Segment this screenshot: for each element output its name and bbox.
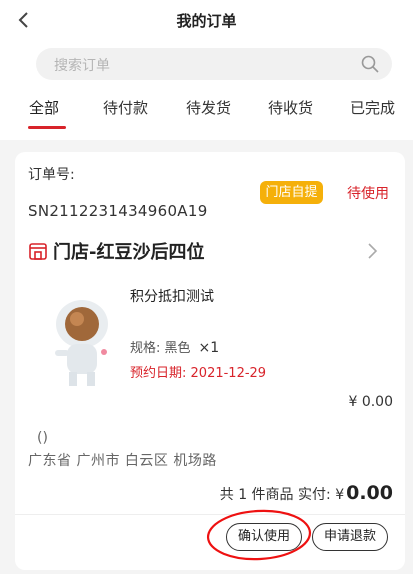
tab-pending-shipment[interactable]: 待发货 [186, 97, 231, 118]
appointment-value: 2021-12-29 [190, 366, 267, 381]
spec-value: 黑色 [164, 341, 191, 356]
tab-all[interactable]: 全部 [29, 97, 59, 118]
search-icon[interactable] [360, 54, 380, 74]
top-bar: 我的订单 [0, 0, 413, 40]
appointment-date: 预约日期: 2021-12-29 [130, 362, 266, 381]
tab-pending-payment[interactable]: 待付款 [103, 97, 148, 118]
active-tab-indicator [28, 126, 66, 129]
tab-completed[interactable]: 已完成 [350, 97, 395, 118]
confirm-use-button[interactable]: 确认使用 [226, 523, 302, 551]
pickup-badge: 门店自提 [260, 181, 323, 204]
search-input[interactable]: 搜索订单 [36, 48, 392, 80]
product-thumbnail[interactable] [37, 286, 127, 396]
product-spec: 规格: 黑色 ×1 [130, 337, 219, 356]
order-card: 订单号: 门店自提 待使用 SN2112231434960A19 门店-红豆沙后… [15, 152, 405, 570]
product-quantity: ×1 [198, 340, 220, 356]
store-name[interactable]: 门店-红豆沙后四位 [53, 238, 204, 264]
page-title: 我的订单 [176, 12, 237, 30]
order-number-label: 订单号: [28, 167, 75, 183]
total-prefix: 共 1 件商品 实付: [219, 487, 331, 503]
spec-label: 规格: [130, 341, 161, 356]
tab-pending-receipt[interactable]: 待收货 [268, 97, 313, 118]
search-area: 搜索订单 [0, 40, 413, 90]
order-total: 共 1 件商品 实付: ¥0.00 [220, 482, 393, 504]
contact-info: () [37, 430, 48, 446]
product-price: ¥ 0.00 [348, 394, 393, 410]
store-icon [29, 243, 47, 260]
order-status: 待使用 [347, 186, 389, 202]
search-placeholder: 搜索订单 [54, 58, 110, 74]
order-number: SN2112231434960A19 [28, 202, 208, 220]
product-name[interactable]: 积分抵扣测试 [130, 286, 214, 306]
appointment-label: 预约日期: [130, 366, 187, 381]
total-currency: ¥ [335, 487, 345, 503]
chevron-right-icon[interactable] [365, 241, 379, 261]
pickup-address: 广东省 广州市 白云区 机场路 [28, 453, 217, 469]
request-refund-button[interactable]: 申请退款 [312, 523, 388, 551]
divider [15, 514, 405, 515]
order-tabs: 全部 待付款 待发货 待收货 已完成 [0, 90, 413, 140]
total-amount: 0.00 [346, 482, 393, 504]
